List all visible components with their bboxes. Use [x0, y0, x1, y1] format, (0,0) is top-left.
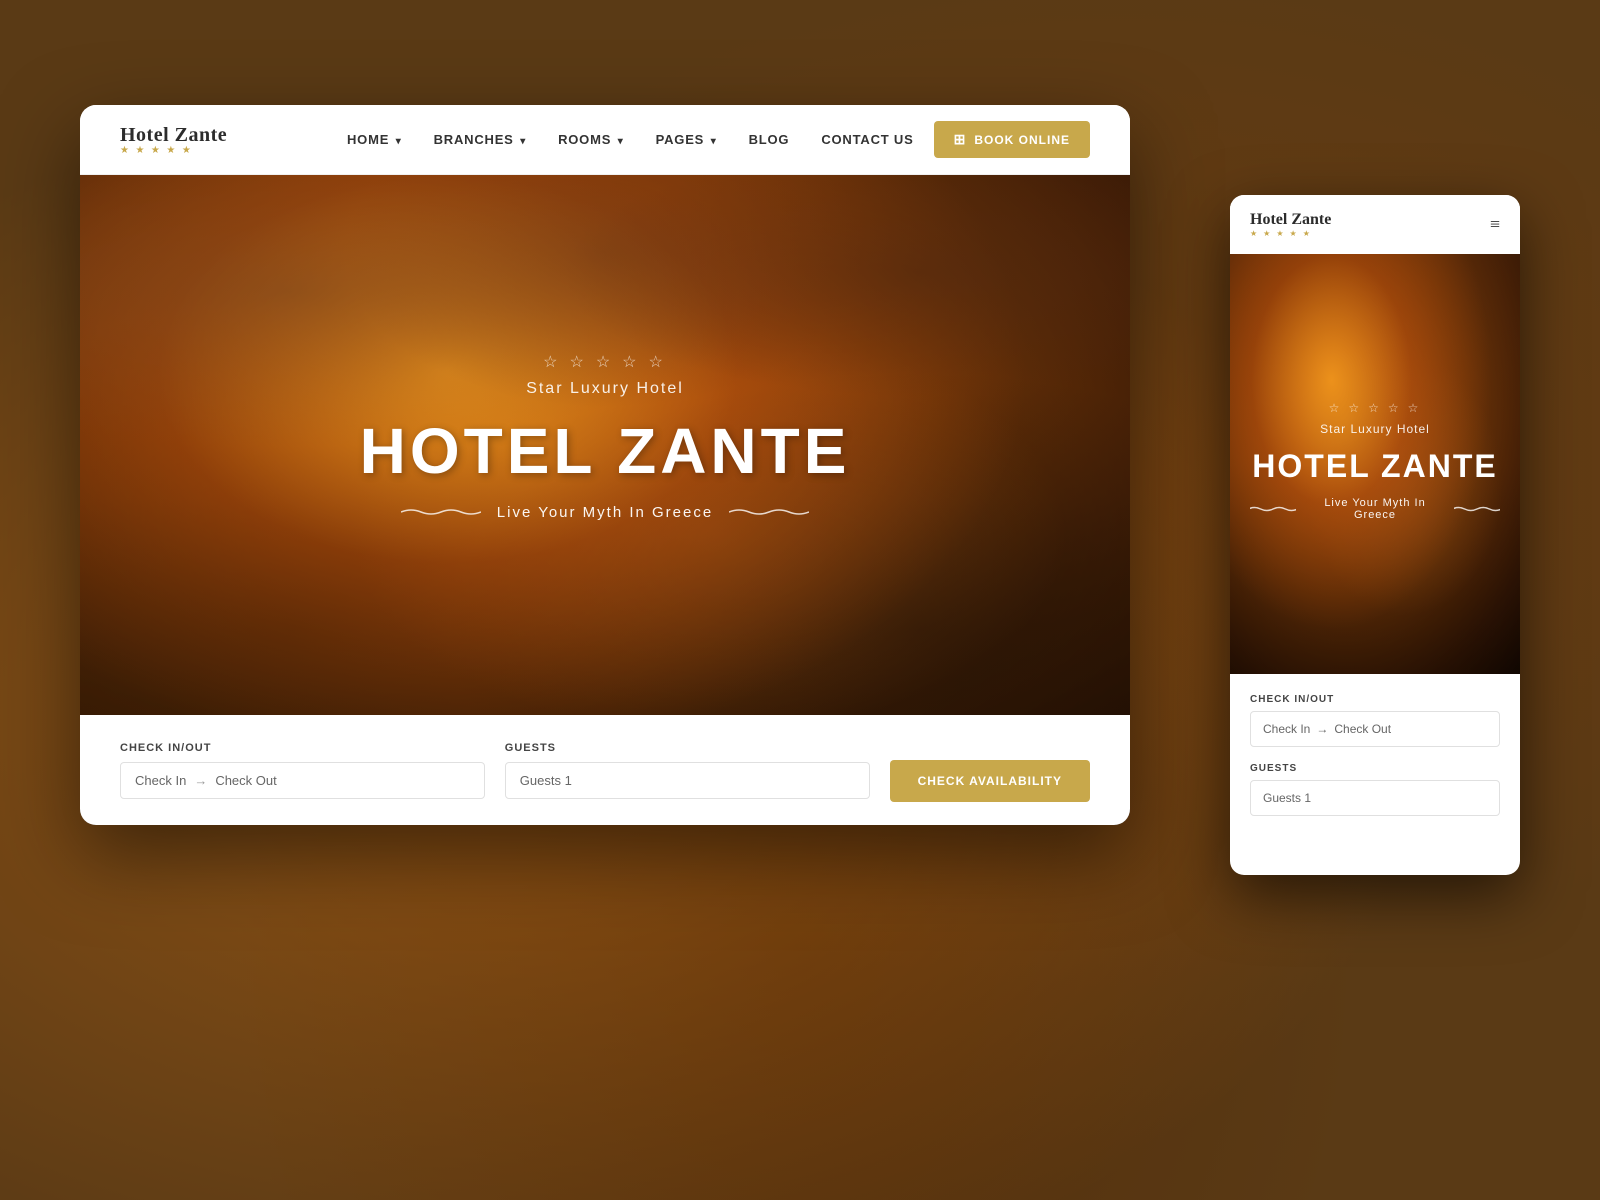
- nav-item-rooms[interactable]: ROOMS ▾: [558, 131, 624, 149]
- book-icon: ⊞: [954, 131, 967, 148]
- mobile-logo: Hotel Zante ★ ★ ★ ★ ★: [1250, 211, 1331, 238]
- mobile-logo-stars: ★ ★ ★ ★ ★: [1250, 229, 1331, 238]
- mobile-checkin-label: Check In/Out: [1250, 694, 1500, 705]
- book-online-button[interactable]: ⊞ BOOK ONLINE: [934, 121, 1090, 158]
- mobile-booking-panel: Check In/Out Check In → Check Out Guests…: [1230, 674, 1520, 852]
- mobile-hero: ☆ ☆ ☆ ☆ ☆ Star Luxury Hotel HOTEL ZANTE …: [1230, 254, 1520, 674]
- mobile-guests-field: Guests Guests 1: [1250, 763, 1500, 816]
- mobile-checkin-input[interactable]: Check In → Check Out: [1250, 711, 1500, 747]
- nav-dropdown-arrow-pages: ▾: [707, 136, 716, 147]
- desktop-logo-stars: ★ ★ ★ ★ ★: [120, 145, 227, 156]
- mobile-guests-input[interactable]: Guests 1: [1250, 780, 1500, 816]
- hamburger-menu-icon[interactable]: ≡: [1490, 214, 1500, 235]
- wave-right-icon: [729, 508, 809, 516]
- nav-link-home[interactable]: HOME ▾: [347, 132, 402, 147]
- desktop-checkin-input[interactable]: Check In → Check Out: [120, 762, 485, 799]
- nav-dropdown-arrow-branches: ▾: [517, 136, 526, 147]
- mobile-hero-divider: Live Your Myth In Greece: [1250, 497, 1500, 521]
- mobile-wave-left-icon: [1250, 506, 1296, 512]
- nav-link-blog[interactable]: BLOG: [749, 132, 790, 147]
- mobile-wave-right-icon: [1454, 506, 1500, 512]
- nav-link-pages[interactable]: PAGES ▾: [656, 132, 717, 147]
- mobile-hero-title: HOTEL ZANTE: [1252, 448, 1497, 485]
- nav-item-pages[interactable]: PAGES ▾: [656, 131, 717, 149]
- desktop-guests-field: Guests Guests 1: [505, 742, 870, 799]
- mobile-hero-stars: ☆ ☆ ☆ ☆ ☆: [1329, 401, 1422, 416]
- mobile-logo-name: Hotel Zante: [1250, 211, 1331, 229]
- mobile-hero-content: ☆ ☆ ☆ ☆ ☆ Star Luxury Hotel HOTEL ZANTE …: [1230, 254, 1520, 674]
- mobile-guests-label: Guests: [1250, 763, 1500, 774]
- nav-link-contact[interactable]: CONTACT US: [821, 132, 913, 147]
- desktop-booking-bar: Check In/Out Check In → Check Out Guests…: [80, 715, 1130, 825]
- desktop-checkin-field: Check In/Out Check In → Check Out: [120, 742, 485, 799]
- desktop-guests-label: Guests: [505, 742, 870, 754]
- wave-left-icon: [401, 508, 481, 516]
- desktop-hero-stars: ☆ ☆ ☆ ☆ ☆: [543, 352, 667, 372]
- check-availability-button[interactable]: CHECK AVAILABILITY: [890, 760, 1090, 802]
- canvas-wrapper: Hotel Zante ★ ★ ★ ★ ★ HOME ▾ BRANCHES ▾ …: [80, 75, 1520, 1125]
- nav-item-home[interactable]: HOME ▾: [347, 131, 402, 149]
- nav-link-rooms[interactable]: ROOMS ▾: [558, 132, 624, 147]
- nav-item-contact[interactable]: CONTACT US: [821, 131, 913, 149]
- desktop-checkin-label: Check In/Out: [120, 742, 485, 754]
- nav-link-branches[interactable]: BRANCHES ▾: [434, 132, 526, 147]
- mobile-mockup: Hotel Zante ★ ★ ★ ★ ★ ≡ ☆ ☆ ☆ ☆ ☆ Star L…: [1230, 195, 1520, 875]
- nav-item-blog[interactable]: BLOG: [749, 131, 790, 149]
- nav-dropdown-arrow-home: ▾: [392, 136, 401, 147]
- nav-dropdown-arrow-rooms: ▾: [614, 136, 623, 147]
- desktop-hero-tagline: Live Your Myth In Greece: [497, 504, 713, 521]
- desktop-nav-links: HOME ▾ BRANCHES ▾ ROOMS ▾ PAGES ▾: [347, 131, 914, 149]
- mobile-checkin-field: Check In/Out Check In → Check Out: [1250, 694, 1500, 747]
- desktop-logo-name: Hotel Zante: [120, 124, 227, 147]
- mobile-checkin-arrow-icon: →: [1316, 722, 1328, 736]
- desktop-hero-title: HOTEL ZANTE: [360, 414, 851, 488]
- desktop-hero-divider: Live Your Myth In Greece: [401, 504, 809, 521]
- checkin-arrow-icon: →: [194, 773, 207, 788]
- desktop-hero: ☆ ☆ ☆ ☆ ☆ Star Luxury Hotel HOTEL ZANTE …: [80, 175, 1130, 825]
- mobile-navbar: Hotel Zante ★ ★ ★ ★ ★ ≡: [1230, 195, 1520, 254]
- desktop-hero-subtitle: Star Luxury Hotel: [526, 380, 684, 398]
- mobile-hero-subtitle: Star Luxury Hotel: [1320, 422, 1430, 436]
- desktop-guests-input[interactable]: Guests 1: [505, 762, 870, 799]
- desktop-logo: Hotel Zante ★ ★ ★ ★ ★: [120, 124, 227, 156]
- desktop-navbar: Hotel Zante ★ ★ ★ ★ ★ HOME ▾ BRANCHES ▾ …: [80, 105, 1130, 175]
- nav-item-branches[interactable]: BRANCHES ▾: [434, 131, 526, 149]
- desktop-mockup: Hotel Zante ★ ★ ★ ★ ★ HOME ▾ BRANCHES ▾ …: [80, 105, 1130, 825]
- mobile-hero-tagline: Live Your Myth In Greece: [1306, 497, 1443, 521]
